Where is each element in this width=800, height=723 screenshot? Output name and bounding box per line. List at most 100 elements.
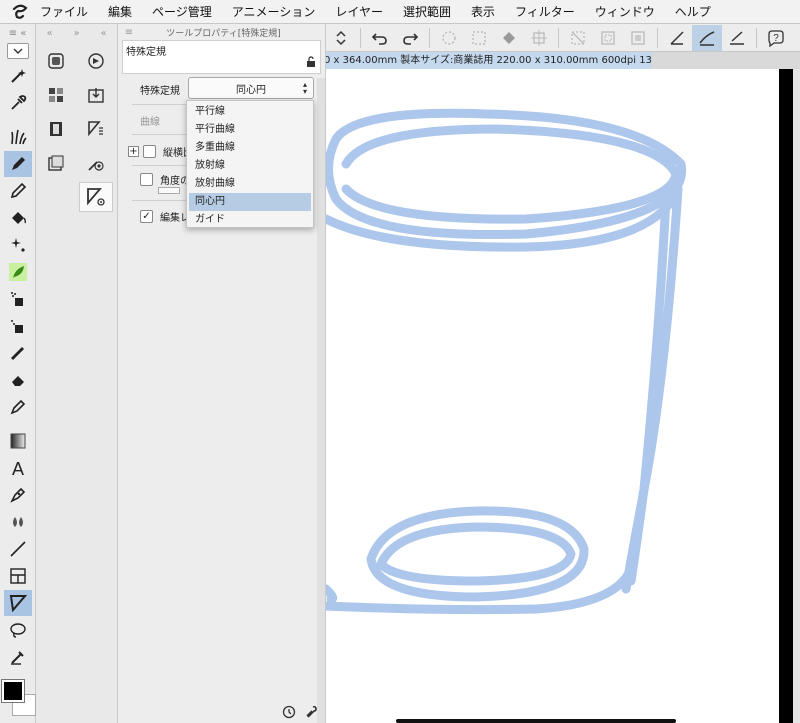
wrench-icon[interactable] <box>304 705 318 722</box>
property-footer <box>118 703 326 723</box>
snap-special-ruler-icon[interactable] <box>692 24 722 51</box>
option-multi-curve[interactable]: 多重曲線 <box>189 139 311 157</box>
pencil-icon[interactable] <box>4 178 32 204</box>
ruler-type-row: 特殊定規 <box>140 82 180 97</box>
select-all-icon[interactable] <box>623 25 653 51</box>
reset-icon[interactable] <box>282 705 296 722</box>
eraser-icon[interactable] <box>4 367 32 393</box>
invert-selection-icon[interactable] <box>593 25 623 51</box>
help-icon[interactable]: ? <box>761 25 791 51</box>
layer-icon[interactable] <box>39 46 73 76</box>
curve-label: 曲線 <box>140 117 160 128</box>
loading-icon[interactable] <box>434 25 464 51</box>
frame-icon[interactable] <box>4 563 32 589</box>
option-concentric-circle[interactable]: 同心円 <box>189 193 311 211</box>
blend-icon[interactable] <box>4 509 32 535</box>
main-color-swatch[interactable] <box>1 679 25 703</box>
film-icon[interactable] <box>39 114 73 144</box>
expand-plus-icon[interactable]: + <box>128 146 139 157</box>
option-parallel-curve[interactable]: 平行曲線 <box>189 121 311 139</box>
menu-animation[interactable]: アニメーション <box>232 3 316 20</box>
import-icon[interactable] <box>79 80 113 110</box>
snap-grid-icon[interactable] <box>722 25 752 51</box>
grass-brush-icon[interactable] <box>4 124 32 150</box>
marker-icon[interactable] <box>4 340 32 366</box>
redo-icon[interactable] <box>395 25 425 51</box>
menu-view[interactable]: 表示 <box>471 3 495 20</box>
chevron-updown-icon[interactable] <box>326 25 356 51</box>
special-ruler-icon[interactable] <box>79 182 113 212</box>
updown-arrow-icon: ▴ ▾ <box>302 80 307 96</box>
navigator-icon[interactable] <box>79 46 113 76</box>
calligraphy-icon[interactable] <box>4 482 32 508</box>
option-guide[interactable]: ガイド <box>189 211 311 229</box>
text-tool-icon[interactable]: A <box>4 455 32 481</box>
fountain-pen-icon[interactable] <box>4 394 32 420</box>
panel-menu-icon[interactable]: ≡ <box>118 27 140 38</box>
svg-text:?: ? <box>773 33 779 44</box>
menu-selection[interactable]: 選択範囲 <box>403 3 451 20</box>
subtool-palette: «» « <box>36 24 118 723</box>
color-set-icon[interactable] <box>39 80 73 110</box>
eyedrop2-icon[interactable] <box>4 644 32 670</box>
menu-layer[interactable]: レイヤー <box>335 3 383 20</box>
ruler-type-select[interactable]: 同心円 ▴ ▾ <box>188 77 314 99</box>
selection-layer-icon[interactable] <box>464 25 494 51</box>
ruler-list-icon[interactable] <box>79 114 113 144</box>
sketch-cup-drawing <box>326 108 687 615</box>
fill-icon[interactable] <box>494 25 524 51</box>
horizontal-scrollbar[interactable] <box>396 719 676 723</box>
toolbar-divider <box>558 27 559 48</box>
lasso-icon[interactable] <box>4 617 32 643</box>
tool-menu-dropdown[interactable] <box>6 43 29 59</box>
canvas-edge <box>779 69 793 723</box>
crop-icon[interactable] <box>524 25 554 51</box>
snap-ruler-icon[interactable] <box>662 25 692 51</box>
menu-edit[interactable]: 編集 <box>108 3 132 20</box>
option-parallel-line[interactable]: 平行線 <box>189 103 311 121</box>
aspect-checkbox[interactable] <box>143 145 156 158</box>
command-bar: ? <box>326 24 800 52</box>
fill-bucket-icon[interactable] <box>4 205 32 231</box>
stack-icon[interactable] <box>39 148 73 178</box>
airbrush2-icon[interactable] <box>4 313 32 339</box>
lock-icon[interactable] <box>306 56 316 70</box>
pen-icon[interactable] <box>3 151 32 177</box>
menu-filter[interactable]: フィルター <box>515 3 575 20</box>
property-scrollbar[interactable] <box>317 78 325 723</box>
menu-window[interactable]: ウィンドウ <box>595 3 655 20</box>
edit-layer-checkbox[interactable]: ✓ <box>140 210 153 223</box>
panel-collapse-handle[interactable]: ≡ « <box>0 24 35 42</box>
option-radial-line[interactable]: 放射線 <box>189 157 311 175</box>
gradient-icon[interactable] <box>4 428 32 454</box>
menu-file[interactable]: ファイル <box>40 3 88 20</box>
angle-slider[interactable] <box>158 187 180 194</box>
toolbar-divider <box>657 27 658 48</box>
tool-property-titlebar: ≡ ツールプロパティ[特殊定規] <box>118 24 325 40</box>
canvas-info-bar: 0 x 364.00mm 製本サイズ:商業誌用 220.00 x 310.00m… <box>318 52 652 69</box>
ruler-type-dropdown-list: 平行線 平行曲線 多重曲線 放射線 放射曲線 同心円 ガイド <box>186 100 314 228</box>
menu-bar: ファイル 編集 ページ管理 アニメーション レイヤー 選択範囲 表示 フィルター… <box>0 0 800 24</box>
leaf-icon[interactable] <box>4 259 32 285</box>
ruler-type-value: 同心円 <box>236 84 266 96</box>
canvas-area[interactable] <box>326 69 800 723</box>
sparkle-icon[interactable] <box>4 232 32 258</box>
ruler-icon[interactable] <box>3 590 32 616</box>
undo-icon[interactable] <box>365 25 395 51</box>
magic-wand-icon[interactable] <box>4 63 32 89</box>
menu-help[interactable]: ヘルプ <box>675 3 711 20</box>
curve-row: 曲線 <box>140 113 160 128</box>
option-radial-curve[interactable]: 放射曲線 <box>189 175 311 193</box>
airbrush-icon[interactable] <box>4 286 32 312</box>
menu-page[interactable]: ページ管理 <box>152 3 212 20</box>
angle-checkbox[interactable] <box>140 173 153 186</box>
line-icon[interactable] <box>4 536 32 562</box>
subtool-header[interactable]: «» « <box>36 24 117 42</box>
deselect-icon[interactable] <box>563 25 593 51</box>
app-logo-icon[interactable] <box>0 0 40 24</box>
subtool-name: 特殊定規 <box>126 47 166 58</box>
canvas-page[interactable] <box>326 69 779 723</box>
ruler-type-label: 特殊定規 <box>140 86 180 97</box>
eyedropper-icon[interactable] <box>4 90 32 116</box>
concentric-pen-icon[interactable] <box>79 148 113 178</box>
